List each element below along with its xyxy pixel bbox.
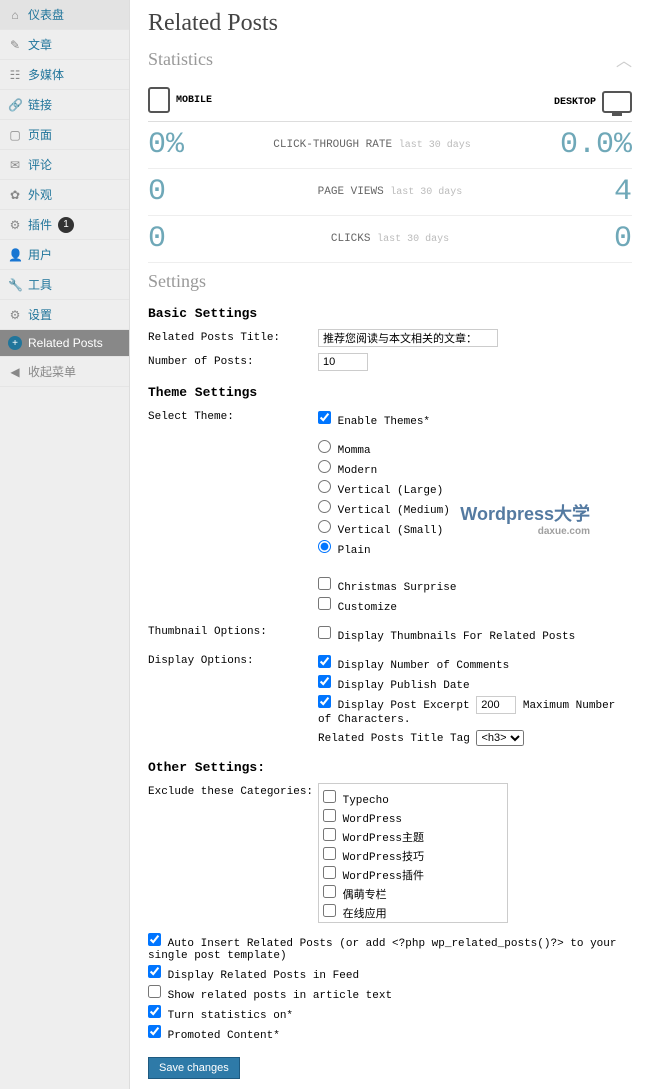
sidebar-item-media[interactable]: ☷多媒体	[0, 60, 129, 90]
home-icon: ⌂	[8, 8, 22, 22]
thumbnail-label: Thumbnail Options:	[148, 623, 318, 638]
sidebar-item-settings[interactable]: ⚙设置	[0, 300, 129, 330]
related-posts-title-input[interactable]	[318, 329, 498, 347]
appearance-icon: ✿	[8, 188, 22, 202]
exclude-categories-label: Exclude these Categories:	[148, 783, 318, 798]
mobile-icon	[148, 87, 170, 113]
comment-icon: ✉	[8, 158, 22, 172]
select-theme-label: Select Theme:	[148, 408, 318, 423]
title-tag-select[interactable]: <h3>	[476, 730, 524, 746]
save-changes-button[interactable]: Save changes	[148, 1057, 240, 1079]
desktop-device: DESKTOP	[554, 91, 632, 113]
stat-row-views: 0 PAGE VIEWS last 30 days 4	[148, 169, 632, 216]
display-date-checkbox[interactable]	[318, 675, 331, 688]
admin-sidebar: ⌂仪表盘 ✎文章 ☷多媒体 🔗链接 ▢页面 ✉评论 ✿外观 ⚙插件1 👤用户 🔧…	[0, 0, 130, 1089]
desktop-icon	[602, 91, 632, 113]
chevron-up-icon[interactable]: ︿	[616, 47, 632, 71]
sidebar-item-appearance[interactable]: ✿外观	[0, 180, 129, 210]
enable-themes-checkbox[interactable]	[318, 411, 331, 424]
plus-icon: +	[8, 336, 22, 350]
page-title: Related Posts	[148, 10, 632, 37]
settings-heading: Settings	[148, 271, 632, 292]
display-comments-checkbox[interactable]	[318, 655, 331, 668]
cat-wordpress[interactable]	[323, 809, 336, 822]
sidebar-item-related-posts[interactable]: +Related Posts	[0, 330, 129, 357]
page-icon: ▢	[8, 128, 22, 142]
categories-listbox[interactable]: Typecho WordPress WordPress主题 WordPress技…	[318, 783, 508, 923]
excerpt-chars-input[interactable]	[476, 696, 516, 714]
theme-vertical-large-radio[interactable]	[318, 480, 331, 493]
stat-desktop-clicks: 0	[614, 222, 632, 256]
stats-header: MOBILE DESKTOP	[148, 79, 632, 122]
cat-typecho[interactable]	[323, 790, 336, 803]
sidebar-item-plugins[interactable]: ⚙插件1	[0, 210, 129, 240]
christmas-checkbox[interactable]	[318, 577, 331, 590]
other-settings-heading: Other Settings:	[148, 760, 632, 775]
sidebar-collapse[interactable]: ◀收起菜单	[0, 357, 129, 387]
stat-mobile-clicks: 0	[148, 222, 166, 256]
stat-label: PAGE VIEWS last 30 days	[318, 186, 463, 198]
stat-mobile-ctr: 0%	[148, 128, 184, 162]
sidebar-item-comments[interactable]: ✉评论	[0, 150, 129, 180]
auto-insert-checkbox[interactable]	[148, 933, 161, 946]
collapse-icon: ◀	[8, 365, 22, 379]
main-content: Related Posts Statistics ︿ MOBILE DESKTO…	[130, 0, 650, 1089]
gear-icon: ⚙	[8, 308, 22, 322]
stat-desktop-views: 4	[614, 175, 632, 209]
media-icon: ☷	[8, 68, 22, 82]
display-options-label: Display Options:	[148, 652, 318, 667]
bottom-options: Auto Insert Related Posts (or add <?php …	[148, 933, 632, 1042]
stat-desktop-ctr: 0.0%	[560, 128, 632, 162]
stat-label: CLICKS last 30 days	[331, 233, 449, 245]
cat-column[interactable]	[323, 885, 336, 898]
sidebar-item-tools[interactable]: 🔧工具	[0, 270, 129, 300]
number-of-posts-input[interactable]	[318, 353, 368, 371]
cat-online[interactable]	[323, 904, 336, 917]
cat-wp-themes[interactable]	[323, 828, 336, 841]
theme-plain-radio[interactable]	[318, 540, 331, 553]
tool-icon: 🔧	[8, 278, 22, 292]
display-in-feed-checkbox[interactable]	[148, 965, 161, 978]
sidebar-item-users[interactable]: 👤用户	[0, 240, 129, 270]
promoted-content-checkbox[interactable]	[148, 1025, 161, 1038]
customize-checkbox[interactable]	[318, 597, 331, 610]
stat-label: CLICK-THROUGH RATE last 30 days	[273, 139, 470, 151]
cat-wp-tips[interactable]	[323, 847, 336, 860]
stat-mobile-views: 0	[148, 175, 166, 209]
theme-vertical-small-radio[interactable]	[318, 520, 331, 533]
plugin-icon: ⚙	[8, 218, 22, 232]
theme-modern-radio[interactable]	[318, 460, 331, 473]
display-thumbnails-checkbox[interactable]	[318, 626, 331, 639]
cat-wp-plugins[interactable]	[323, 866, 336, 879]
sidebar-item-dashboard[interactable]: ⌂仪表盘	[0, 0, 129, 30]
title-tag-label: Related Posts Title Tag	[318, 733, 470, 745]
basic-settings-heading: Basic Settings	[148, 306, 632, 321]
mobile-device: MOBILE	[148, 87, 212, 113]
statistics-on-checkbox[interactable]	[148, 1005, 161, 1018]
stat-row-ctr: 0% CLICK-THROUGH RATE last 30 days 0.0%	[148, 122, 632, 169]
number-label: Number of Posts:	[148, 353, 318, 368]
theme-settings-heading: Theme Settings	[148, 385, 632, 400]
sidebar-item-posts[interactable]: ✎文章	[0, 30, 129, 60]
sidebar-item-pages[interactable]: ▢页面	[0, 120, 129, 150]
display-excerpt-checkbox[interactable]	[318, 695, 331, 708]
title-label: Related Posts Title:	[148, 329, 318, 344]
statistics-heading: Statistics ︿	[148, 47, 632, 71]
sidebar-item-links[interactable]: 🔗链接	[0, 90, 129, 120]
user-icon: 👤	[8, 248, 22, 262]
stat-row-clicks: 0 CLICKS last 30 days 0	[148, 216, 632, 263]
theme-momma-radio[interactable]	[318, 440, 331, 453]
theme-vertical-medium-radio[interactable]	[318, 500, 331, 513]
link-icon: 🔗	[8, 98, 22, 112]
show-in-text-checkbox[interactable]	[148, 985, 161, 998]
pin-icon: ✎	[8, 38, 22, 52]
plugin-badge: 1	[58, 217, 74, 233]
